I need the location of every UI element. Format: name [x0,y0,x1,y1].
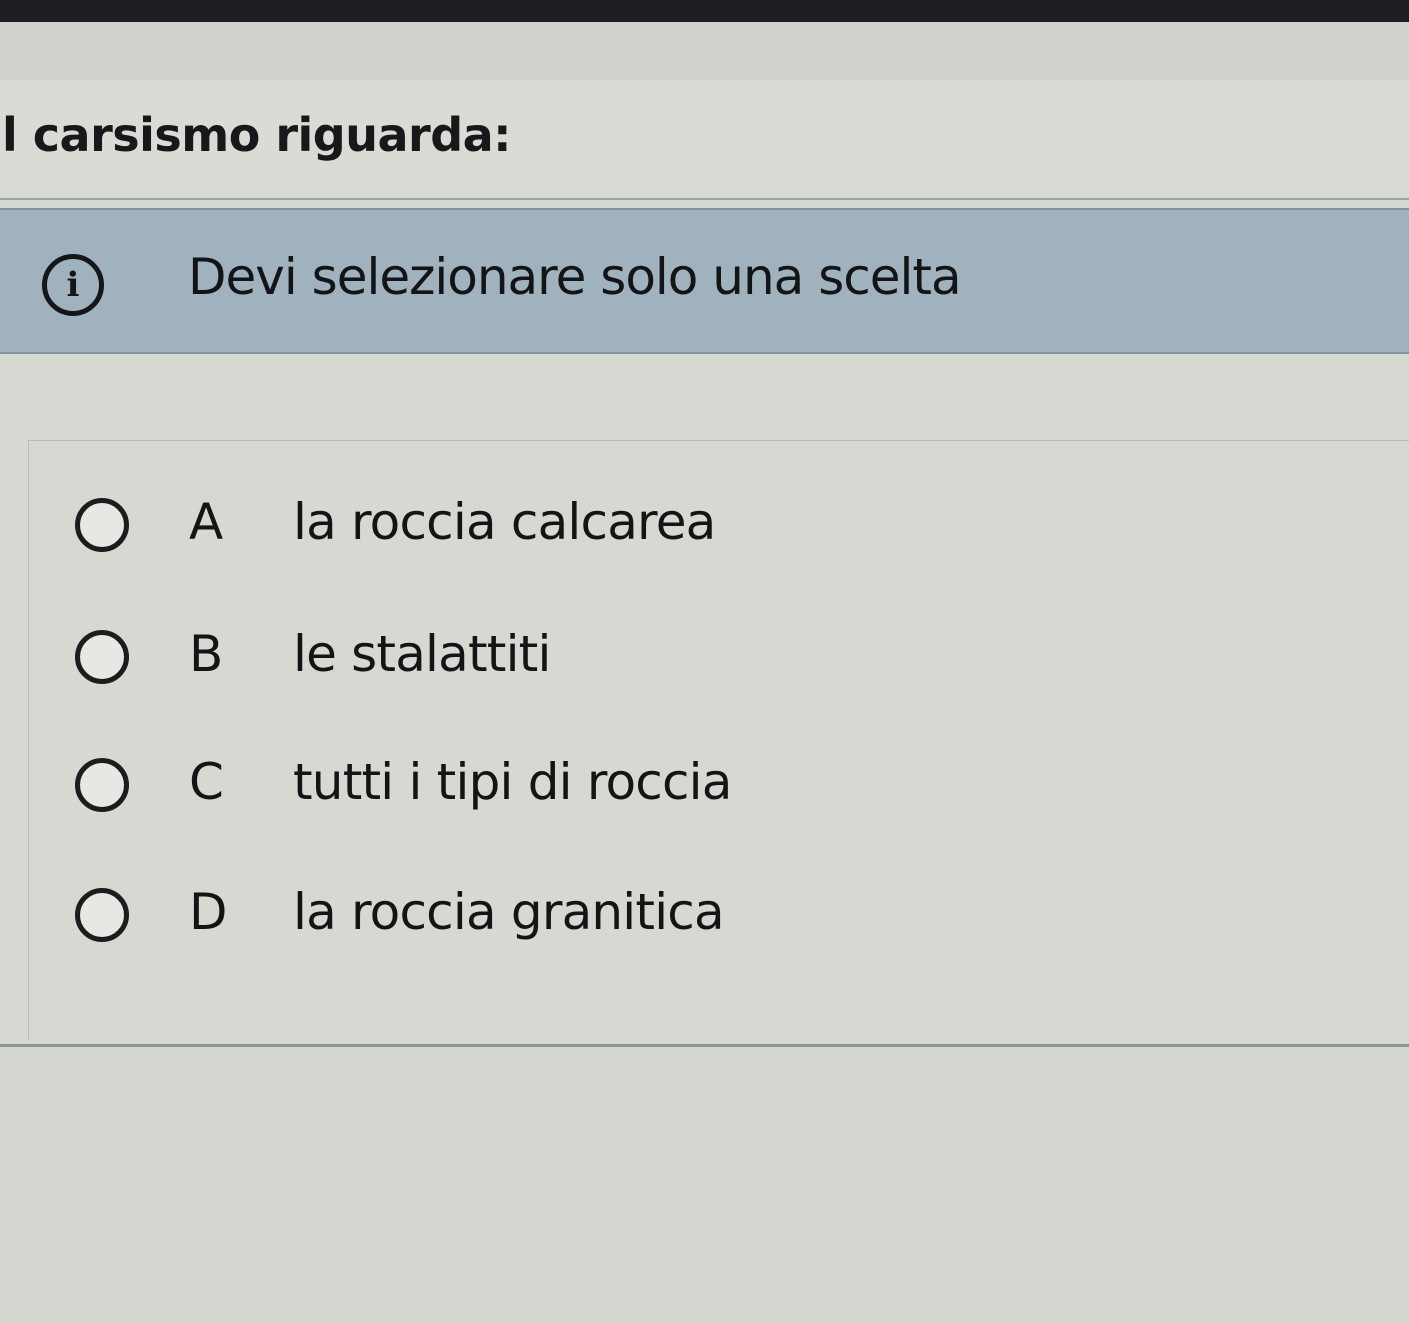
option-label-c[interactable]: tutti i tipi di roccia [293,753,732,811]
header-strip [0,22,1409,82]
question-title: l carsismo riguarda: [2,108,512,162]
option-label-b[interactable]: le stalattiti [293,625,551,683]
info-message: Devi selezionare solo una scelta [188,248,962,306]
radio-button-c[interactable] [75,758,129,812]
radio-button-b[interactable] [75,630,129,684]
option-letter-b: B [189,625,224,683]
option-d[interactable]: D la roccia granitica [29,861,1409,971]
footer-area [0,1047,1409,1323]
option-c[interactable]: C tutti i tipi di roccia [29,731,1409,841]
answer-options: A la roccia calcarea B le stalattiti C t… [28,440,1409,1040]
option-letter-a: A [189,493,224,551]
option-a[interactable]: A la roccia calcarea [29,471,1409,581]
info-icon: i [42,254,104,316]
info-banner: i Devi selezionare solo una scelta [0,208,1409,354]
question-header: l carsismo riguarda: [0,80,1409,200]
radio-button-a[interactable] [75,498,129,552]
option-b[interactable]: B le stalattiti [29,603,1409,713]
radio-button-d[interactable] [75,888,129,942]
option-letter-d: D [189,883,228,941]
top-bar [0,0,1409,22]
option-label-d[interactable]: la roccia granitica [293,883,725,941]
option-letter-c: C [189,753,224,811]
option-label-a[interactable]: la roccia calcarea [293,493,716,551]
